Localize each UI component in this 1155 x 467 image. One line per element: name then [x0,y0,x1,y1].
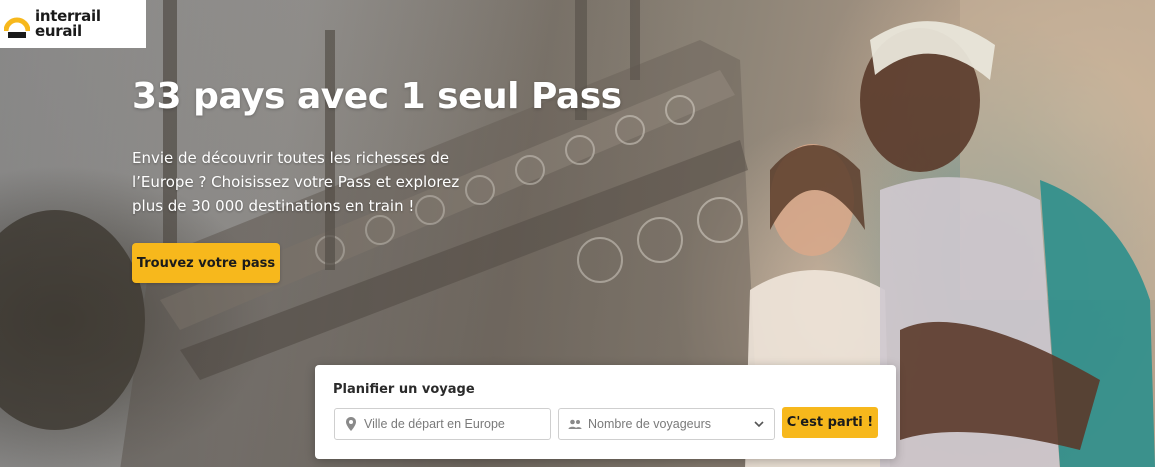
origin-input[interactable] [364,417,550,431]
people-icon [568,419,582,429]
logo-wordmark: interrail eurail [35,9,101,39]
find-pass-button[interactable]: Trouvez votre pass [132,243,280,283]
hero-subtext: Envie de découvrir toutes les richesses … [132,149,460,215]
submit-search-button[interactable]: C'est parti ! [782,407,878,438]
location-pin-icon [346,417,356,431]
brand-logo[interactable]: interrail eurail [0,0,146,48]
chevron-down-icon[interactable] [752,417,766,431]
hero-headline: 33 pays avec 1 seul Pass [132,76,622,117]
travelers-value: Nombre de voyageurs [588,417,711,431]
origin-field[interactable] [334,408,551,440]
trip-planner-title: Planifier un voyage [333,382,475,397]
logo-icon [4,17,30,38]
logo-line-eurail: eurail [35,22,82,40]
trip-planner-card: Planifier un voyage Nombre de voyageurs … [315,365,896,459]
travelers-select[interactable]: Nombre de voyageurs [558,408,775,440]
